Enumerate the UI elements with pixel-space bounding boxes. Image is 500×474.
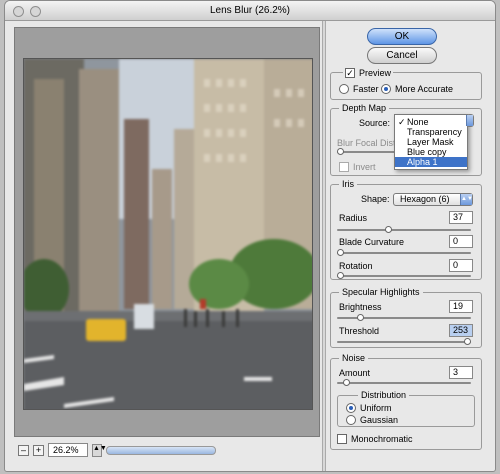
uniform-label: Uniform bbox=[360, 403, 392, 413]
minimize-window-icon[interactable] bbox=[30, 6, 41, 17]
radius-label: Radius bbox=[339, 213, 368, 223]
rotation-field[interactable]: 0 bbox=[449, 259, 473, 272]
threshold-field[interactable]: 253 bbox=[449, 324, 473, 337]
invert-row[interactable]: Invert bbox=[339, 161, 376, 173]
source-select-arrow[interactable] bbox=[466, 114, 474, 127]
option-label: None bbox=[407, 117, 429, 127]
more-accurate-radio[interactable] bbox=[381, 84, 391, 94]
preview-group: ✓ Preview Faster More Accurate bbox=[330, 67, 482, 100]
gaussian-label: Gaussian bbox=[360, 415, 399, 425]
iris-heading: Iris bbox=[339, 179, 357, 190]
title-bar: Lens Blur (26.2%) bbox=[5, 1, 495, 21]
panel-divider bbox=[322, 21, 326, 471]
distribution-group: Distribution Uniform Gaussian bbox=[337, 390, 475, 427]
uniform-option[interactable]: Uniform bbox=[346, 402, 392, 414]
blade-curvature-thumb[interactable] bbox=[337, 249, 344, 256]
option-label: Blue copy bbox=[407, 147, 447, 157]
monochromatic-checkbox[interactable] bbox=[337, 434, 347, 444]
iris-group: Iris Shape: Hexagon (6) ▲▼ Radius 37 Bla… bbox=[330, 179, 482, 280]
depth-map-heading: Depth Map bbox=[339, 103, 390, 114]
amount-label: Amount bbox=[339, 368, 371, 378]
source-option-none[interactable]: ✓ None bbox=[395, 117, 467, 127]
source-dropdown-menu[interactable]: ✓ None Transparency Layer Mask Blue copy … bbox=[394, 114, 468, 170]
specular-highlights-heading: Specular Highlights bbox=[339, 287, 423, 298]
blur-focal-thumb[interactable] bbox=[337, 148, 344, 155]
zoom-out-button[interactable]: – bbox=[18, 444, 29, 456]
gaussian-option[interactable]: Gaussian bbox=[346, 414, 398, 426]
amount-thumb[interactable] bbox=[343, 379, 350, 386]
blade-curvature-slider[interactable] bbox=[337, 249, 471, 256]
source-label: Source: bbox=[359, 118, 391, 128]
distribution-heading: Distribution bbox=[358, 390, 410, 401]
invert-checkbox[interactable] bbox=[339, 162, 349, 172]
threshold-thumb[interactable] bbox=[464, 338, 471, 345]
rotation-label: Rotation bbox=[339, 261, 373, 271]
blurred-city-photo bbox=[23, 58, 313, 410]
cancel-button[interactable]: Cancel bbox=[367, 47, 437, 64]
noise-group: Noise Amount 3 Distribution Uniform Gaus… bbox=[330, 353, 482, 450]
noise-heading: Noise bbox=[339, 353, 369, 364]
blade-curvature-field[interactable]: 0 bbox=[449, 235, 473, 248]
option-label: Alpha 1 bbox=[407, 157, 438, 167]
shape-select[interactable]: Hexagon (6) ▲▼ bbox=[393, 193, 473, 206]
more-accurate-option[interactable]: More Accurate bbox=[381, 83, 453, 95]
option-label: Layer Mask bbox=[407, 137, 454, 147]
zoom-bar: – + 26.2% ▲▼ bbox=[14, 441, 320, 459]
blur-focal-distance-slider[interactable] bbox=[337, 148, 397, 155]
monochromatic-label: Monochromatic bbox=[351, 434, 413, 444]
blade-curvature-label: Blade Curvature bbox=[339, 237, 405, 247]
window-controls bbox=[13, 6, 41, 17]
invert-label: Invert bbox=[353, 162, 376, 172]
rotation-thumb[interactable] bbox=[337, 272, 344, 279]
threshold-slider[interactable] bbox=[337, 338, 471, 345]
checkmark-icon: ✓ bbox=[398, 117, 406, 127]
threshold-label: Threshold bbox=[339, 326, 380, 336]
radius-thumb[interactable] bbox=[385, 226, 392, 233]
preview-canvas[interactable] bbox=[14, 27, 320, 437]
source-option-alpha-1[interactable]: Alpha 1 bbox=[395, 157, 467, 167]
gaussian-radio[interactable] bbox=[346, 415, 356, 425]
faster-label: Faster bbox=[353, 84, 379, 94]
uniform-radio[interactable] bbox=[346, 403, 356, 413]
brightness-slider[interactable] bbox=[337, 314, 471, 321]
shape-label: Shape: bbox=[361, 194, 390, 204]
rotation-slider[interactable] bbox=[337, 272, 471, 279]
radius-slider[interactable] bbox=[337, 226, 471, 233]
source-option-blue-copy[interactable]: Blue copy bbox=[395, 147, 467, 157]
source-option-transparency[interactable]: Transparency bbox=[395, 127, 467, 137]
monochromatic-row[interactable]: Monochromatic bbox=[337, 433, 413, 445]
preview-checkbox[interactable]: ✓ bbox=[345, 68, 355, 78]
preview-checkbox-row[interactable]: ✓ Preview bbox=[343, 67, 394, 79]
close-window-icon[interactable] bbox=[13, 6, 24, 17]
ok-button[interactable]: OK bbox=[367, 28, 437, 45]
brightness-thumb[interactable] bbox=[357, 314, 364, 321]
chevron-down-icon bbox=[466, 115, 473, 126]
blur-focal-distance-label: Blur Focal Dista bbox=[337, 138, 401, 148]
zoom-stepper[interactable]: ▲▼ bbox=[92, 443, 107, 457]
zoom-field[interactable]: 26.2% bbox=[48, 443, 88, 457]
source-option-layer-mask[interactable]: Layer Mask bbox=[395, 137, 467, 147]
chevron-updown-icon: ▲▼ bbox=[460, 194, 473, 205]
brightness-field[interactable]: 19 bbox=[449, 300, 473, 313]
shape-value: Hexagon (6) bbox=[400, 194, 450, 204]
amount-slider[interactable] bbox=[337, 379, 471, 386]
window-title: Lens Blur (26.2%) bbox=[209, 5, 291, 16]
radius-field[interactable]: 37 bbox=[449, 211, 473, 224]
faster-option[interactable]: Faster bbox=[339, 83, 379, 95]
more-accurate-label: More Accurate bbox=[395, 84, 454, 94]
faster-radio[interactable] bbox=[339, 84, 349, 94]
zoom-in-button[interactable]: + bbox=[33, 444, 44, 456]
amount-field[interactable]: 3 bbox=[449, 366, 473, 379]
option-label: Transparency bbox=[407, 127, 462, 137]
brightness-label: Brightness bbox=[339, 302, 382, 312]
preview-scrollbar[interactable] bbox=[106, 445, 216, 455]
specular-highlights-group: Specular Highlights Brightness 19 Thresh… bbox=[330, 287, 482, 348]
preview-label: Preview bbox=[359, 68, 392, 78]
